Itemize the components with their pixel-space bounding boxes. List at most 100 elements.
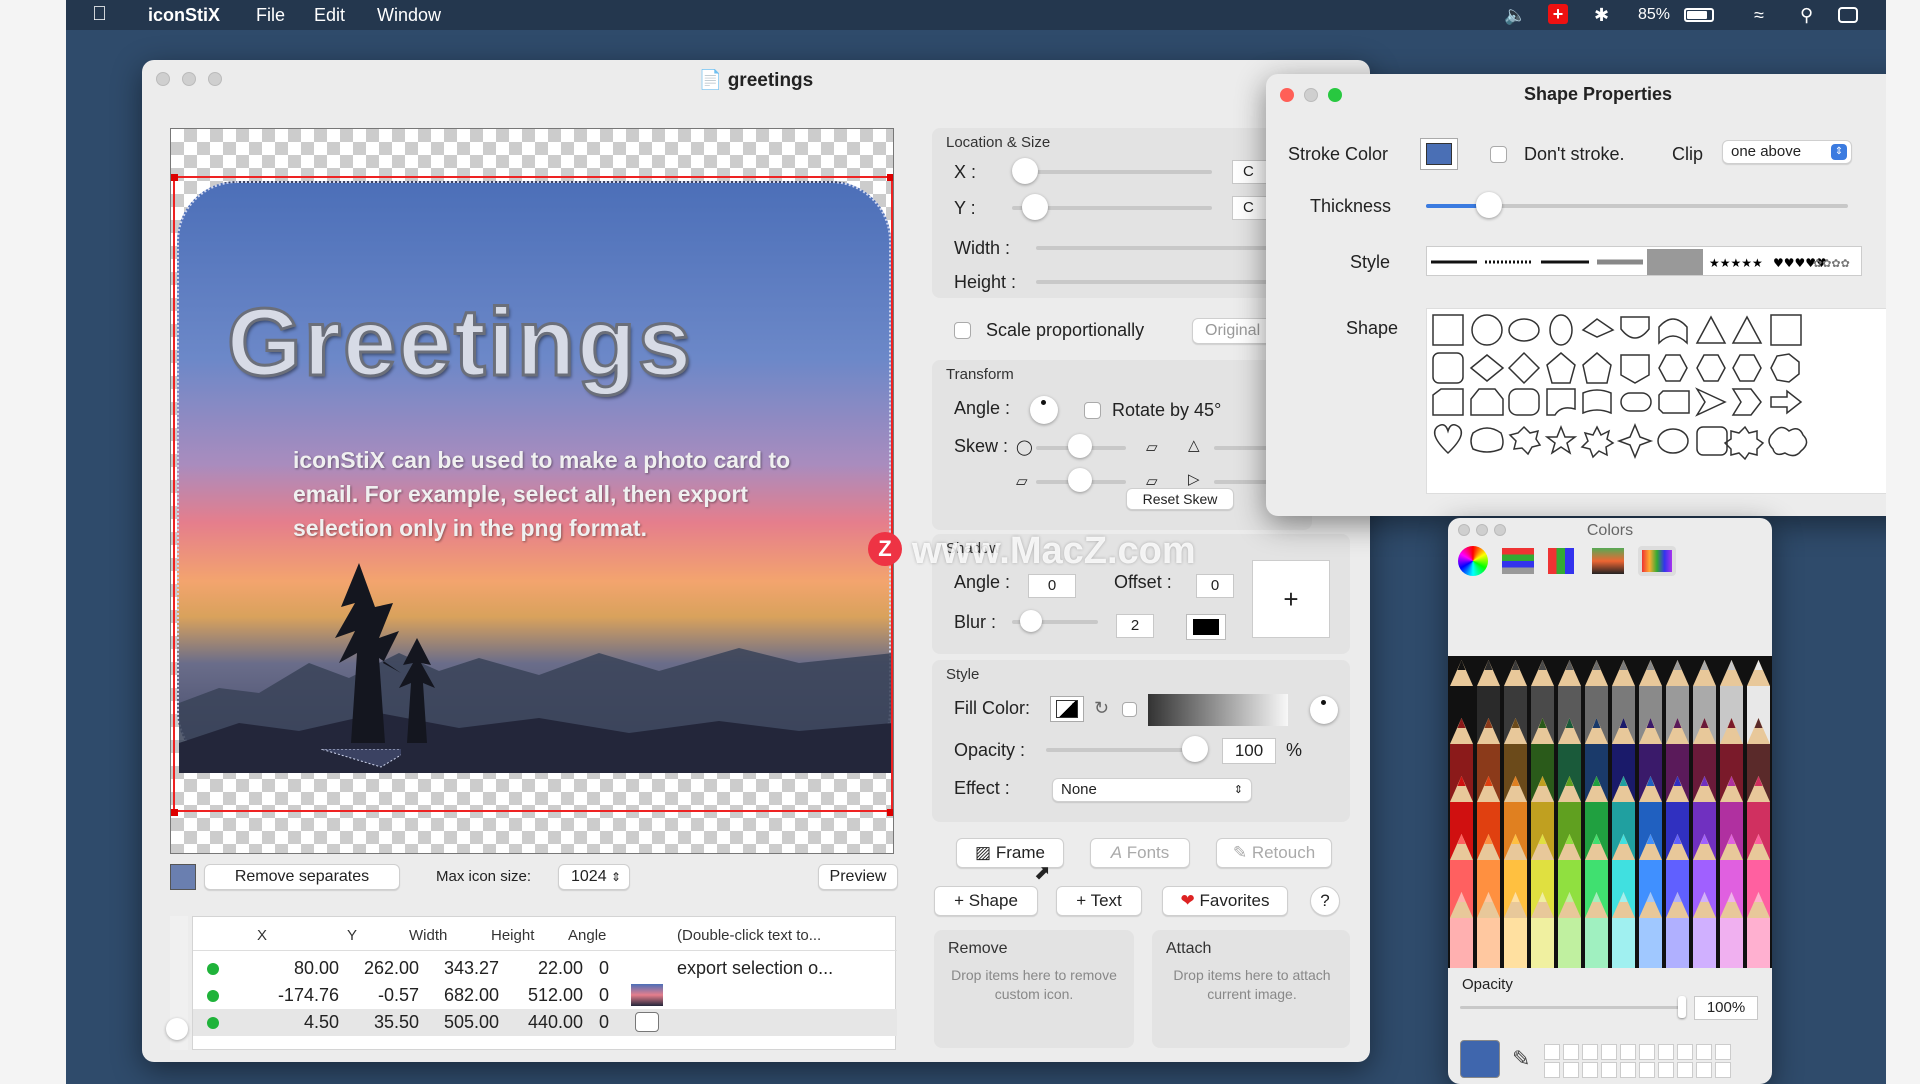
visible-dot[interactable] <box>207 1017 219 1029</box>
table-slider-track[interactable] <box>166 916 188 1050</box>
dont-stroke-checkbox[interactable] <box>1490 146 1507 163</box>
table-row[interactable]: -174.76 -0.57 682.00 512.00 0 <box>193 982 897 1009</box>
shadow-offset-field[interactable]: 0 <box>1196 574 1234 598</box>
max-icon-size-select[interactable]: 1024 ⇕ <box>558 864 630 890</box>
blur-knob[interactable] <box>1020 610 1042 632</box>
shape-picker[interactable] <box>1426 308 1886 494</box>
col-y[interactable]: Y <box>347 927 357 944</box>
menu-window[interactable]: Window <box>377 5 441 26</box>
clip-select[interactable]: one above ⇕ <box>1722 140 1852 164</box>
rotate-45-checkbox[interactable] <box>1084 402 1101 419</box>
pencils-icon[interactable] <box>1638 546 1676 576</box>
color-swatch[interactable] <box>1563 1044 1579 1060</box>
stroke-style-options[interactable]: ★★★★★ ♥♥♥♥♥ ✿✿✿✿ <box>1427 247 1863 277</box>
control-center-icon[interactable] <box>1838 7 1858 23</box>
pencil-set[interactable] <box>1448 656 1772 988</box>
stroke-color-well[interactable] <box>1420 138 1458 170</box>
selection-handle[interactable] <box>887 809 893 816</box>
opacity-field[interactable]: 100% <box>1694 996 1758 1020</box>
x-slider-knob[interactable] <box>1012 158 1038 184</box>
color-swatch[interactable] <box>1582 1044 1598 1060</box>
remove-separates-button[interactable]: Remove separates <box>204 864 400 890</box>
remove-drop-zone[interactable]: Remove Drop items here to remove custom … <box>934 930 1134 1048</box>
col-width[interactable]: Width <box>409 927 447 944</box>
current-color-well[interactable] <box>1460 1040 1500 1078</box>
reset-skew-button[interactable]: Reset Skew <box>1126 488 1234 510</box>
opacity-slider[interactable] <box>1460 1006 1686 1009</box>
favorites-button[interactable]: ❤ Favorites <box>1162 886 1288 916</box>
table-slider-knob[interactable] <box>166 1018 188 1040</box>
preview-button[interactable]: Preview <box>818 864 898 890</box>
battery-icon[interactable] <box>1684 8 1714 22</box>
skew-v-knob[interactable] <box>1068 468 1092 492</box>
shadow-angle-field[interactable]: 0 <box>1028 574 1076 598</box>
table-row[interactable]: 4.50 35.50 505.00 440.00 0 <box>193 1009 897 1036</box>
bluetooth-icon[interactable]: ✱ <box>1594 5 1609 26</box>
height-slider[interactable] <box>1036 280 1296 284</box>
color-swatch[interactable] <box>1582 1062 1598 1078</box>
color-swatch[interactable] <box>1620 1044 1636 1060</box>
swiss-flag-icon[interactable]: + <box>1548 4 1568 24</box>
wifi-icon[interactable]: ≈ <box>1754 5 1764 26</box>
refresh-icon[interactable]: ↻ <box>1094 698 1109 719</box>
col-angle[interactable]: Angle <box>568 927 606 944</box>
color-swatch[interactable] <box>1715 1044 1731 1060</box>
color-swatch[interactable] <box>1677 1062 1693 1078</box>
fill-color-well[interactable] <box>1050 696 1084 722</box>
crayon-picker[interactable] <box>1448 656 1772 988</box>
col-height[interactable]: Height <box>491 927 534 944</box>
color-swatch[interactable] <box>1544 1062 1560 1078</box>
color-swatch[interactable] <box>1658 1044 1674 1060</box>
selection-handle[interactable] <box>171 174 178 181</box>
color-swatch[interactable] <box>1639 1044 1655 1060</box>
add-text-button[interactable]: + Text <box>1056 886 1142 916</box>
color-swatch[interactable] <box>1658 1062 1674 1078</box>
retouch-button[interactable]: ✎ Retouch <box>1216 838 1332 868</box>
col-text[interactable]: (Double-click text to... <box>677 927 821 944</box>
shadow-color-well[interactable] <box>1186 614 1226 640</box>
color-swatch[interactable] <box>1620 1062 1636 1078</box>
thickness-knob[interactable] <box>1476 192 1503 218</box>
add-shape-button[interactable]: + Shape <box>934 886 1038 916</box>
gradient-bar[interactable] <box>1148 694 1288 726</box>
apple-icon[interactable]:  <box>92 3 107 26</box>
color-sliders-icon[interactable] <box>1502 548 1534 574</box>
visible-dot[interactable] <box>207 963 219 975</box>
attach-drop-zone[interactable]: Attach Drop items here to attach current… <box>1152 930 1350 1048</box>
help-button[interactable]: ? <box>1310 886 1340 916</box>
color-palettes-icon[interactable] <box>1548 548 1574 574</box>
volume-icon[interactable]: 🔈 <box>1504 5 1526 26</box>
color-swatch[interactable] <box>1696 1062 1712 1078</box>
effect-select[interactable]: None ⇕ <box>1052 778 1252 802</box>
shape-options[interactable] <box>1427 309 1886 495</box>
menu-file[interactable]: File <box>256 5 285 26</box>
col-x[interactable]: X <box>257 927 267 944</box>
fill-checkbox[interactable] <box>1122 702 1137 717</box>
angle-dial[interactable] <box>1030 396 1058 424</box>
gradient-angle-dial[interactable] <box>1310 696 1338 724</box>
menu-edit[interactable]: Edit <box>314 5 345 26</box>
color-swatch[interactable] <box>1601 1062 1617 1078</box>
scale-proportionally-checkbox[interactable] <box>954 322 971 339</box>
table-row[interactable]: 80.00 262.00 343.27 22.00 0 export selec… <box>193 955 897 982</box>
icon-canvas[interactable]: Greetings iconStiX can be used to make a… <box>170 128 894 854</box>
blur-field[interactable]: 2 <box>1116 614 1154 638</box>
shadow-preview[interactable]: + <box>1252 560 1330 638</box>
image-palettes-icon[interactable] <box>1592 548 1624 574</box>
color-swatch[interactable] <box>1563 1062 1579 1078</box>
color-swatch[interactable] <box>1677 1044 1693 1060</box>
color-swatch[interactable] <box>1696 1044 1712 1060</box>
x-slider[interactable] <box>1012 170 1212 174</box>
opacity-knob[interactable] <box>1678 996 1686 1018</box>
color-wheel-icon[interactable] <box>1458 546 1488 576</box>
y-slider-knob[interactable] <box>1022 194 1048 220</box>
app-menu[interactable]: iconStiX <box>148 5 220 26</box>
color-swatch[interactable] <box>1544 1044 1560 1060</box>
width-slider[interactable] <box>1036 246 1296 250</box>
thumbnail-icon[interactable] <box>170 864 196 890</box>
color-swatch[interactable] <box>1601 1044 1617 1060</box>
color-swatch[interactable] <box>1715 1062 1731 1078</box>
fonts-button[interactable]: A Fonts <box>1090 838 1190 868</box>
selection-handle[interactable] <box>171 809 178 816</box>
eyedropper-icon[interactable]: ✎ <box>1512 1046 1530 1072</box>
